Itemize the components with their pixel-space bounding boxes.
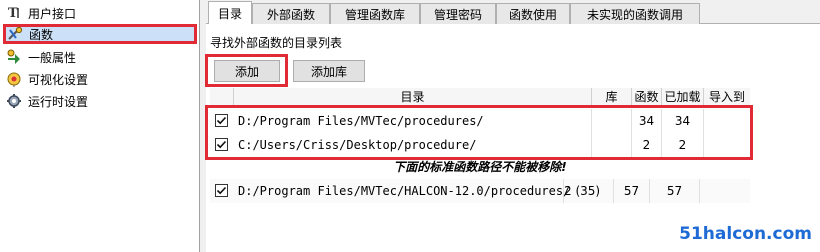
sidebar-item-general-properties[interactable]: 一般属性	[6, 47, 76, 67]
sidebar-item-label: 用户接口	[28, 6, 77, 21]
checkbox-column-header	[210, 88, 234, 106]
tab-function-usage[interactable]: 函数使用	[496, 3, 570, 24]
table-row[interactable]: C:/Users/Criss/Desktop/procedure/ 2 2	[210, 133, 750, 157]
sidebar-item-label: 运行时设置	[28, 94, 89, 109]
sidebar-item-label: 函数	[29, 27, 54, 42]
tab-external-functions[interactable]: 外部函数	[252, 3, 330, 24]
library-cell	[592, 109, 632, 133]
tab-label: 管理密码	[433, 7, 482, 22]
tab-manage-passwords[interactable]: 管理密码	[420, 3, 496, 24]
column-header-directory[interactable]: 目录	[234, 88, 592, 106]
standard-paths-note: 下面的标准函数路径不能被移除!	[393, 160, 567, 174]
loaded-cell: 57	[650, 179, 700, 203]
tab-label: 函数使用	[508, 7, 557, 22]
sidebar-item-visualization-settings[interactable]: 可视化设置	[6, 69, 88, 89]
table-row[interactable]: D:/Program Files/MVTec/procedures/ 34 34	[210, 109, 750, 133]
sidebar-item-functions[interactable]: 函数	[3, 24, 197, 44]
column-header-import-to[interactable]: 导入到	[704, 88, 750, 106]
table-row[interactable]: D:/Program Files/MVTec/HALCON-12.0/proce…	[210, 179, 750, 203]
import-cell	[704, 133, 750, 157]
directory-list-caption: 寻找外部函数的目录列表	[210, 36, 343, 50]
sidebar-item-label: 一般属性	[28, 50, 77, 65]
runtime-gear-icon	[6, 93, 22, 109]
properties-arrow-icon	[6, 49, 22, 65]
row-checkbox[interactable]	[215, 114, 228, 127]
functions-cell: 2	[632, 133, 662, 157]
sidebar-item-user-interface[interactable]: T 用户接口	[6, 3, 76, 23]
checkmark-icon	[216, 140, 227, 149]
directory-cell: D:/Program Files/MVTec/procedures/	[238, 109, 592, 133]
column-header-functions[interactable]: 函数	[632, 88, 662, 106]
tab-label: 目录	[217, 7, 242, 21]
visualization-icon	[6, 71, 22, 87]
tab-unimplemented-calls[interactable]: 未实现的函数调用	[570, 3, 700, 24]
tab-label: 外部函数	[266, 7, 315, 22]
checkmark-icon	[216, 186, 227, 195]
row-checkbox[interactable]	[215, 138, 228, 151]
site-watermark: 51halcon.com	[679, 224, 812, 244]
table-header: 目录 库 函数 已加载 导入到	[210, 88, 750, 106]
sidebar-item-label: 可视化设置	[28, 72, 89, 87]
tab-directories[interactable]: 目录	[208, 1, 252, 25]
loaded-cell: 2	[662, 133, 704, 157]
functions-cell: 57	[614, 179, 650, 203]
functions-cell: 34	[632, 109, 662, 133]
import-cell	[704, 109, 750, 133]
row-checkbox[interactable]	[215, 184, 228, 197]
column-header-loaded[interactable]: 已加载	[662, 88, 704, 106]
tab-manage-libraries[interactable]: 管理函数库	[330, 3, 420, 24]
directory-cell: D:/Program Files/MVTec/HALCON-12.0/proce…	[238, 179, 570, 203]
svg-text:T: T	[8, 6, 18, 21]
settings-sidebar: T 用户接口 函数 一般属性 可视化设置 运行时设置	[0, 0, 200, 252]
tab-label: 未实现的函数调用	[586, 7, 683, 22]
add-directory-button[interactable]: 添加	[214, 60, 280, 82]
library-cell	[592, 133, 632, 157]
directory-cell: C:/Users/Criss/Desktop/procedure/	[238, 133, 592, 157]
text-cursor-icon: T	[6, 5, 22, 21]
function-tools-icon	[7, 26, 23, 42]
import-cell	[700, 179, 750, 203]
library-cell: 2 (35)	[564, 179, 614, 203]
column-header-library[interactable]: 库	[592, 88, 632, 106]
tab-label: 管理函数库	[344, 7, 405, 22]
add-library-button[interactable]: 添加库	[293, 60, 365, 82]
loaded-cell: 34	[662, 109, 704, 133]
sidebar-item-runtime-settings[interactable]: 运行时设置	[6, 91, 88, 111]
tab-bar: 目录 外部函数 管理函数库 管理密码 函数使用 未实现的函数调用	[206, 1, 820, 25]
checkmark-icon	[216, 116, 227, 125]
